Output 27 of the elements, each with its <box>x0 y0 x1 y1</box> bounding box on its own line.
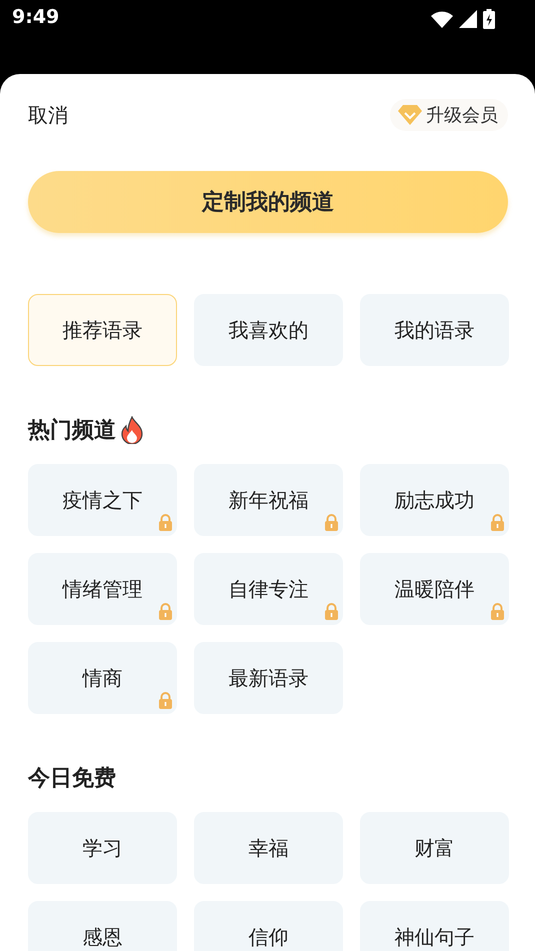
channel-card[interactable]: 新年祝福 <box>194 464 343 536</box>
channel-card[interactable]: 自律专注 <box>194 553 343 625</box>
channel-card[interactable]: 情商 <box>28 642 177 714</box>
wifi-icon <box>431 10 453 28</box>
channel-card[interactable]: 情绪管理 <box>28 553 177 625</box>
section-title: 热门频道 <box>28 416 116 445</box>
channel-card[interactable]: 幸福 <box>194 812 343 884</box>
diamond-icon <box>398 104 422 126</box>
channel-card[interactable]: 温暖陪伴 <box>360 553 509 625</box>
channel-card[interactable]: 神仙句子 <box>360 901 509 951</box>
section-title: 今日免费 <box>28 765 116 793</box>
tab[interactable]: 推荐语录 <box>28 294 177 366</box>
battery-icon <box>483 9 495 29</box>
upgrade-button[interactable]: 升级会员 <box>390 99 508 131</box>
channel-card[interactable]: 最新语录 <box>194 642 343 714</box>
channel-card[interactable]: 学习 <box>28 812 177 884</box>
channel-card[interactable]: 信仰 <box>194 901 343 951</box>
channel-card[interactable]: 疫情之下 <box>28 464 177 536</box>
tab[interactable]: 我喜欢的 <box>194 294 343 366</box>
channel-card[interactable]: 励志成功 <box>360 464 509 536</box>
tab[interactable]: 我的语录 <box>360 294 509 366</box>
customize-channel-button[interactable]: 定制我的频道 <box>28 171 508 233</box>
signal-icon <box>459 10 477 28</box>
cancel-button[interactable]: 取消 <box>28 102 68 128</box>
channel-card[interactable]: 感恩 <box>28 901 177 951</box>
channel-card[interactable]: 财富 <box>360 812 509 884</box>
clock: 9:49 <box>12 6 60 28</box>
